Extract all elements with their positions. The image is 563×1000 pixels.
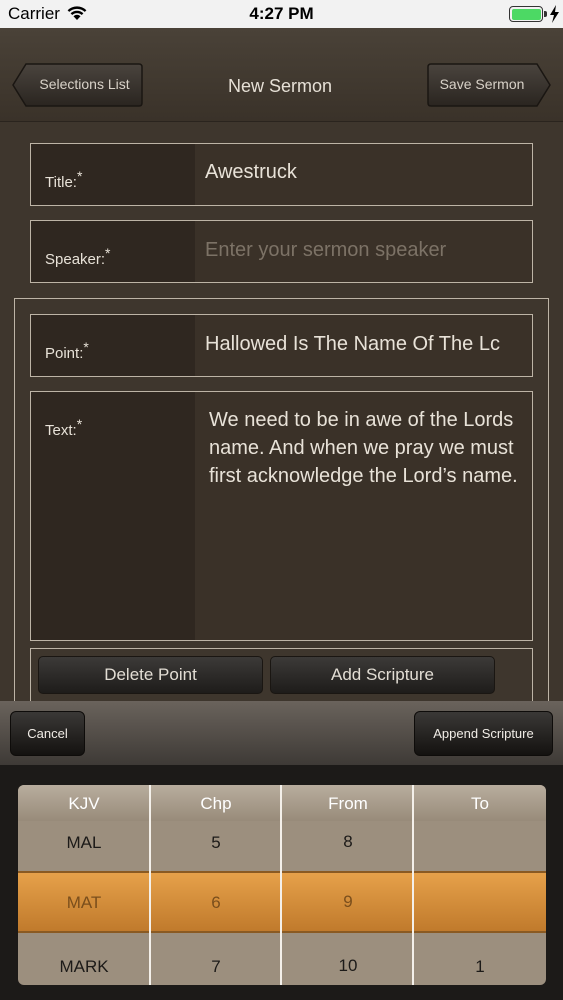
scripture-picker[interactable]: KJV Chp From To MAL 5 8 MAT 6 9 MARK 7 1… [18,785,546,985]
battery-tip [544,11,547,17]
point-label: Point:* [45,339,89,362]
save-sermon-label: Save Sermon [439,76,525,92]
picker-cell-to[interactable]: 1 [414,957,546,977]
picker-cell-from[interactable]: 10 [282,956,414,976]
picker-row-selected[interactable]: MAT 6 9 [18,871,546,933]
selections-list-label: Selections List [39,76,130,92]
picker-divider [280,785,282,985]
clock-label: 4:27 PM [249,4,314,23]
append-scripture-button[interactable]: Append Scripture [414,711,553,756]
selections-list-button[interactable]: Selections List [12,63,143,107]
picker-cell-chapter[interactable]: 7 [150,957,282,977]
picker-cell-from[interactable]: 8 [282,832,414,852]
title-label: Title:* [45,168,83,191]
status-bar: Carrier 4:27 PM [0,0,563,28]
page-title: New Sermon [227,76,333,96]
column-header-chp: Chp [200,794,232,813]
picker-cell-chapter[interactable]: 5 [150,833,282,853]
picker-divider [412,785,414,985]
text-row: Text:* We need to be in awe of the Lords… [30,391,533,641]
speaker-input[interactable]: Enter your sermon speaker [205,239,526,262]
navigation-bar: Selections List New Sermon Save Sermon [0,28,563,122]
cancel-button[interactable]: Cancel [10,711,85,756]
save-sermon-button[interactable]: Save Sermon [427,63,551,107]
picker-divider [149,785,151,985]
add-scripture-button[interactable]: Add Scripture [270,656,495,694]
text-textarea[interactable]: We need to be in awe of the Lords name. … [209,406,520,490]
point-input[interactable]: Hallowed Is The Name Of The Lc [205,333,526,356]
scripture-picker-area: KJV Chp From To MAL 5 8 MAT 6 9 MARK 7 1… [0,765,563,1000]
title-row: Title:* Awestruck [30,143,533,206]
picker-cell-from[interactable]: 9 [282,892,414,912]
point-row: Point:* Hallowed Is The Name Of The Lc [30,314,533,377]
picker-cell-book[interactable]: MAT [18,893,150,913]
battery-icon [509,6,543,22]
text-label: Text:* [45,416,83,439]
column-header-from: From [328,794,368,813]
title-input[interactable]: Awestruck [205,161,526,184]
delete-point-button[interactable]: Delete Point [38,656,263,694]
picker-toolbar: Cancel Append Scripture [0,701,563,765]
speaker-row: Speaker:* Enter your sermon speaker [30,220,533,283]
picker-cell-chapter[interactable]: 6 [150,893,282,913]
column-header-kjv: KJV [68,794,100,813]
picker-cell-book[interactable]: MAL [18,833,150,853]
charging-icon [550,5,559,23]
picker-cell-book[interactable]: MARK [18,957,150,977]
column-header-to: To [471,794,489,813]
picker-header: KJV Chp From To [18,785,546,821]
speaker-label: Speaker:* [45,245,111,268]
